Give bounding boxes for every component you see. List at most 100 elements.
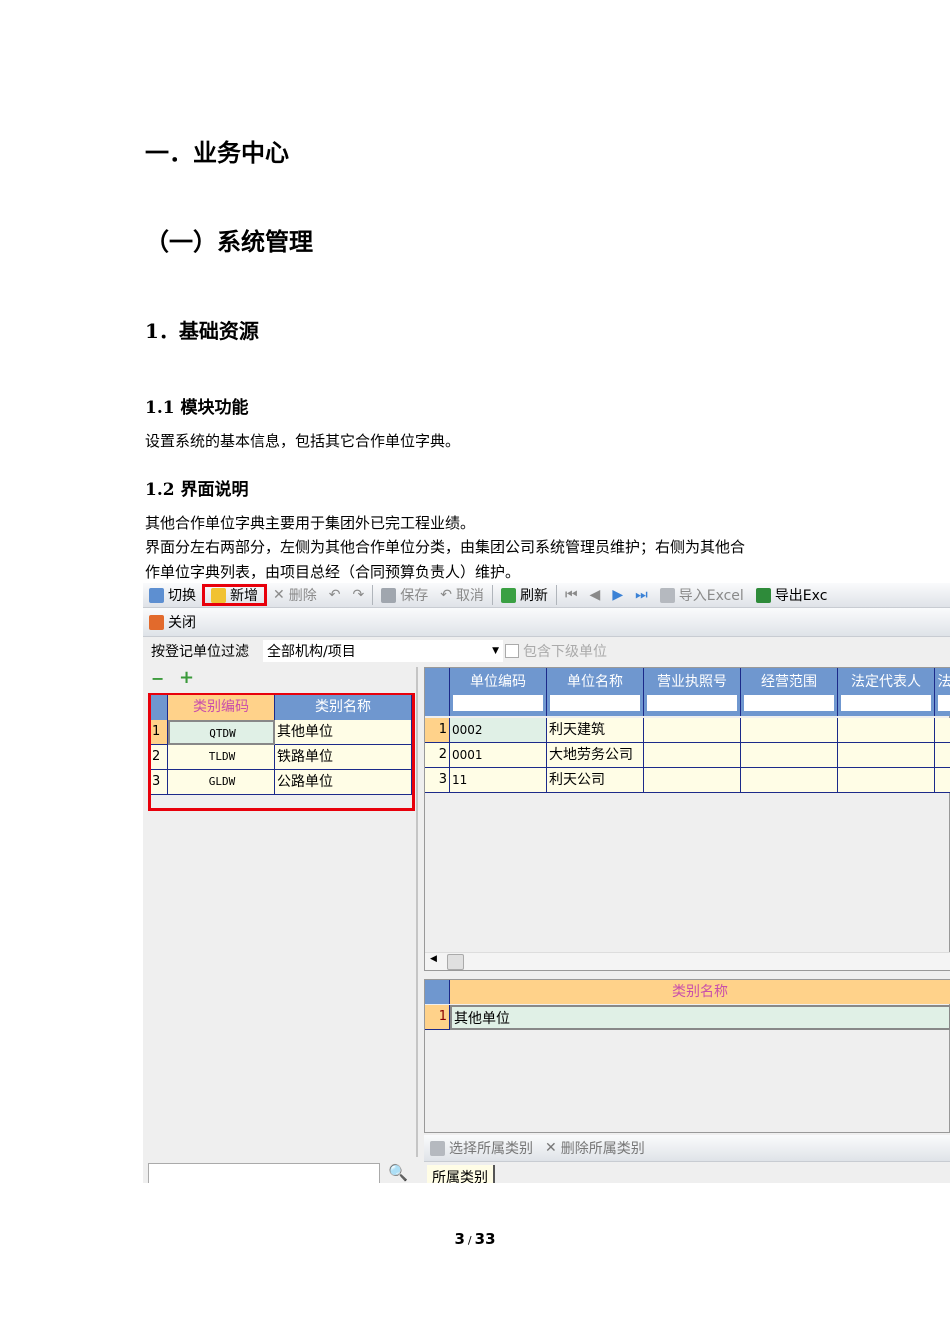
- heading-2: （一）系统管理: [145, 227, 313, 256]
- row-number: 3: [425, 768, 450, 793]
- prev-button[interactable]: ◀: [584, 583, 607, 607]
- column-filter-input[interactable]: [550, 695, 640, 711]
- last-button[interactable]: ⏭: [629, 583, 654, 607]
- import-excel-button[interactable]: 导入Excel: [654, 583, 750, 607]
- redo-button[interactable]: ↷: [346, 583, 370, 607]
- label: 保存: [400, 588, 429, 604]
- redo-icon: ↷: [352, 587, 365, 603]
- column-header[interactable]: 类别名称: [275, 695, 412, 720]
- column-filter-input[interactable]: [453, 695, 543, 711]
- unit-name-cell[interactable]: 利天建筑: [547, 718, 644, 743]
- tab-category[interactable]: 所属类别: [427, 1165, 495, 1183]
- column-header[interactable]: 营业执照号: [644, 668, 741, 716]
- expand-icon[interactable]: +: [179, 667, 194, 688]
- undo-button[interactable]: ↶: [323, 583, 347, 607]
- cancel-button[interactable]: ↶ 取消: [434, 583, 490, 607]
- horizontal-scrollbar[interactable]: ◀: [425, 952, 950, 970]
- select-category-button[interactable]: 选择所属类别: [424, 1135, 539, 1161]
- current-page: 3: [454, 1230, 465, 1248]
- section-1-1: 1.1 模块功能: [145, 398, 249, 418]
- empty-cell[interactable]: [741, 768, 838, 793]
- column-label: 法定代表人: [851, 674, 921, 690]
- paragraph: 设置系统的基本信息，包括其它合作单位字典。: [145, 432, 461, 450]
- collapse-icon[interactable]: −: [151, 669, 164, 688]
- search-input[interactable]: [148, 1163, 380, 1183]
- empty-cell[interactable]: [741, 743, 838, 768]
- category-code-cell[interactable]: GLDW: [168, 770, 275, 795]
- row-number: 1: [151, 720, 168, 745]
- scroll-left-icon[interactable]: ◀: [430, 954, 437, 964]
- label: 包含下级单位: [523, 644, 607, 660]
- unit-code-cell[interactable]: 11: [450, 768, 547, 793]
- column-header[interactable]: 单位编码: [450, 668, 547, 716]
- empty-cell[interactable]: [741, 718, 838, 743]
- paragraph: 其他合作单位字典主要用于集团外已完工程业绩。: [145, 514, 476, 532]
- delete-button[interactable]: ✕ 删除: [267, 583, 323, 607]
- total-pages: 33: [474, 1230, 496, 1248]
- export-excel-button[interactable]: 导出Exc: [750, 583, 834, 607]
- label: 刷新: [519, 588, 548, 604]
- category-code-cell[interactable]: TLDW: [168, 745, 275, 770]
- scrollbar-thumb[interactable]: [447, 954, 464, 970]
- category-name-cell[interactable]: 铁路单位: [275, 745, 412, 770]
- empty-cell[interactable]: [838, 743, 935, 768]
- column-filter-input[interactable]: [938, 695, 950, 711]
- paragraph: 界面分左右两部分，左侧为其他合作单位分类，由集团公司系统管理员维护；右侧为其他合: [145, 538, 746, 556]
- page-number: 3/33: [0, 1230, 950, 1248]
- app-screenshot: 切换 新增 ✕ 删除 ↶ ↷ 保存 ↶ 取消 刷新 ⏮ ◀ ▶ ⏭ 导入Excel …: [143, 583, 950, 1183]
- empty-cell[interactable]: [644, 768, 741, 793]
- search-icon[interactable]: 🔍: [388, 1163, 408, 1182]
- excel-icon: [659, 587, 675, 603]
- column-header[interactable]: 经营范围: [741, 668, 838, 716]
- empty-cell[interactable]: [644, 718, 741, 743]
- column-label: 法: [937, 674, 950, 690]
- first-button[interactable]: ⏮: [559, 583, 584, 607]
- unit-name-cell[interactable]: 大地劳务公司: [547, 743, 644, 768]
- column-filter-input[interactable]: [841, 695, 931, 711]
- row-number: 2: [151, 745, 168, 770]
- column-filter-input[interactable]: [744, 695, 834, 711]
- grid-corner: [151, 695, 168, 720]
- empty-cell[interactable]: [935, 743, 950, 768]
- unit-grid: 单位编码 单位名称 营业执照号 经营范围 法定代表人法 1 0002 利天建筑 2 0001 大地…: [424, 667, 950, 971]
- add-button[interactable]: 新增: [202, 584, 267, 606]
- checkbox-icon: [505, 644, 519, 658]
- column-header[interactable]: 类别编码: [168, 695, 275, 720]
- switch-button[interactable]: 切换: [143, 583, 202, 607]
- category-name-cell[interactable]: 其他单位: [275, 720, 412, 745]
- row-number: 2: [425, 743, 450, 768]
- next-button[interactable]: ▶: [606, 583, 629, 607]
- save-icon: [381, 587, 397, 603]
- label: 删除: [288, 588, 317, 604]
- heading-3: 1．基础资源: [145, 319, 259, 343]
- filter-select[interactable]: 全部机构/项目 ▼: [263, 640, 503, 662]
- category-cell[interactable]: 其他单位: [450, 1005, 950, 1030]
- delete-icon: ✕: [273, 587, 285, 603]
- row-number: 3: [151, 770, 168, 795]
- refresh-button[interactable]: 刷新: [495, 583, 554, 607]
- empty-cell[interactable]: [838, 768, 935, 793]
- unit-code-cell[interactable]: 0002: [450, 718, 547, 743]
- cancel-icon: ↶: [440, 587, 452, 603]
- category-code-cell[interactable]: QTDW: [168, 720, 275, 745]
- column-header[interactable]: 法定代表人: [838, 668, 935, 716]
- unit-name-cell[interactable]: 利天公司: [547, 768, 644, 793]
- heading-1: 一．业务中心: [145, 138, 289, 167]
- category-name-cell[interactable]: 公路单位: [275, 770, 412, 795]
- column-header[interactable]: 类别名称: [450, 980, 950, 1004]
- column-header[interactable]: 单位名称: [547, 668, 644, 716]
- filter-label: 按登记单位过滤: [151, 644, 249, 660]
- include-sub-checkbox[interactable]: 包含下级单位: [505, 641, 607, 661]
- unit-code-cell[interactable]: 0001: [450, 743, 547, 768]
- close-button[interactable]: 关闭: [143, 608, 202, 636]
- empty-cell[interactable]: [935, 718, 950, 743]
- empty-cell[interactable]: [935, 768, 950, 793]
- remove-category-button[interactable]: ✕ 删除所属类别: [539, 1135, 651, 1161]
- empty-cell[interactable]: [644, 743, 741, 768]
- label: 导出Exc: [774, 588, 828, 604]
- column-filter-input[interactable]: [647, 695, 737, 711]
- undo-icon: ↶: [328, 587, 341, 603]
- save-button[interactable]: 保存: [375, 583, 434, 607]
- empty-cell[interactable]: [838, 718, 935, 743]
- column-header[interactable]: 法: [935, 668, 950, 716]
